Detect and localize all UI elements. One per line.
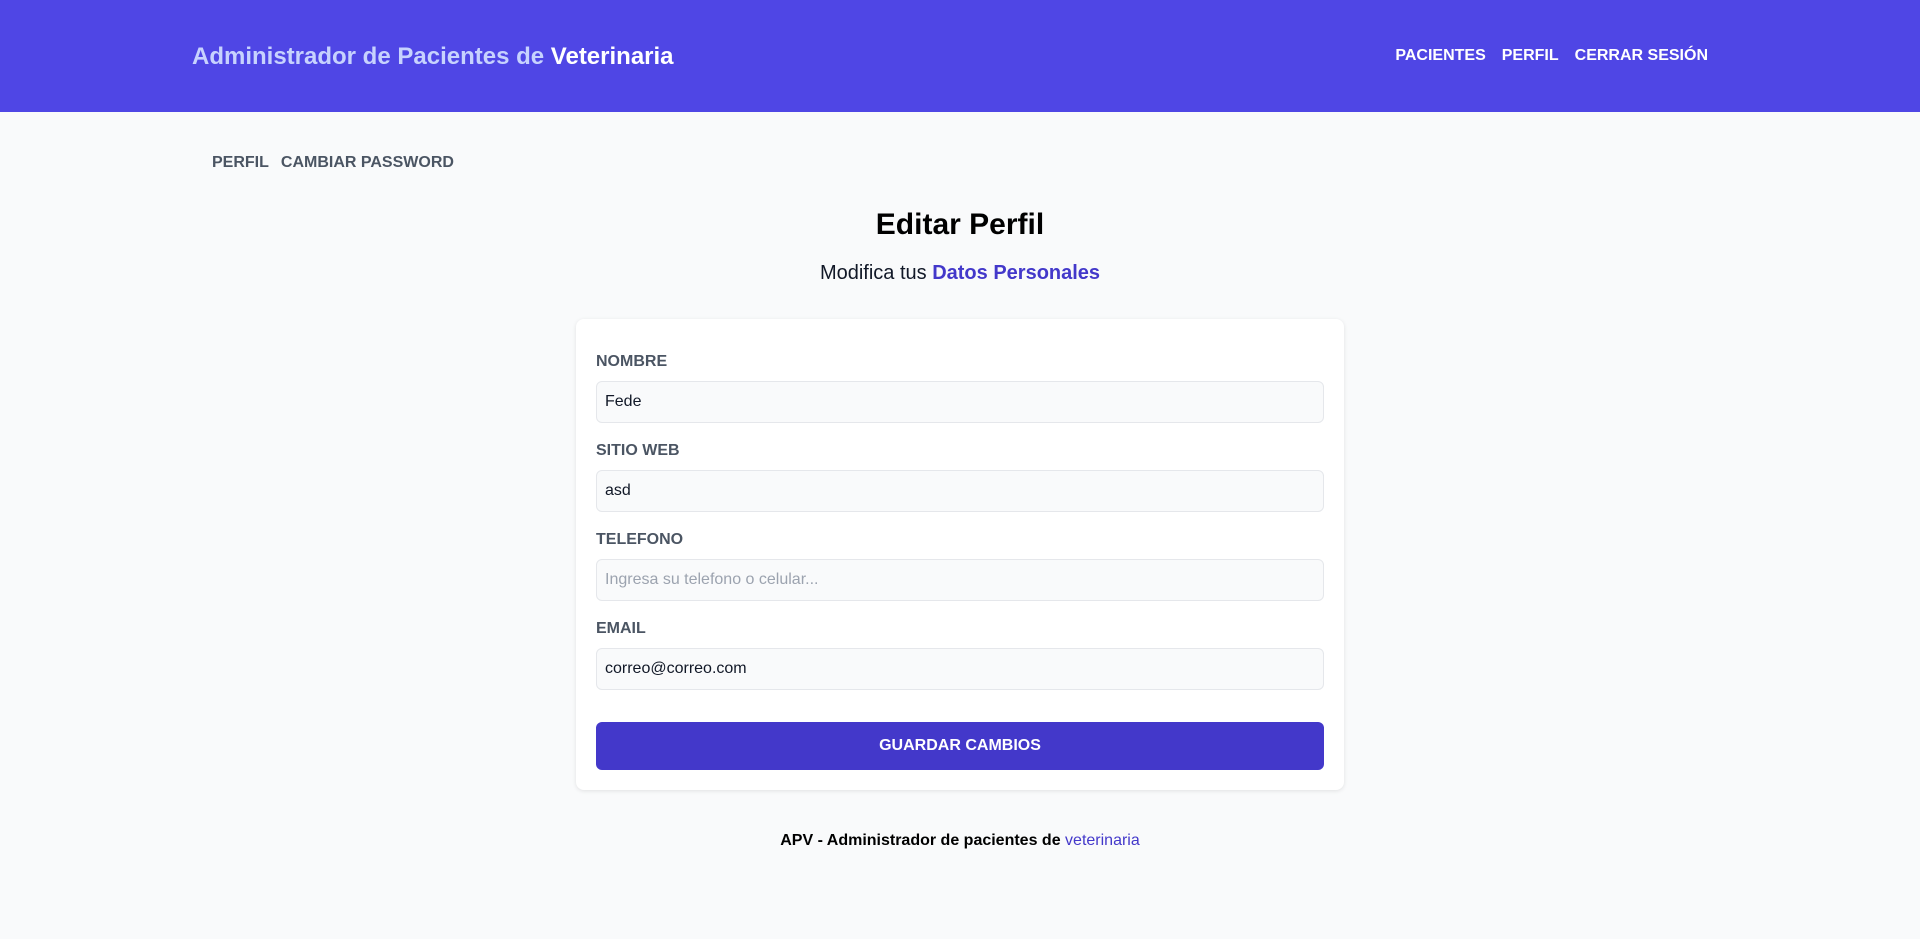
subnav-link-cambiar-password[interactable]: Cambiar Password: [281, 154, 454, 172]
app-title: Administrador de Pacientes de Veterinari…: [192, 41, 674, 71]
save-changes-button[interactable]: Guardar Cambios: [596, 722, 1324, 770]
nav-link-cerrar-sesion[interactable]: Cerrar Sesión: [1575, 47, 1708, 65]
email-label: Email: [596, 620, 646, 637]
page-subtitle-prefix: Modifica tus: [819, 262, 933, 284]
field-telefono: Telefono: [596, 531, 1324, 601]
field-web: Sitio Web: [596, 442, 1324, 512]
app-title-strong: Veterinaria: [550, 43, 674, 70]
page-footer: APV - Administrador de pacientes de vete…: [0, 832, 1920, 850]
web-label: Sitio Web: [596, 442, 680, 459]
nav-link-pacientes[interactable]: Pacientes: [1395, 47, 1485, 65]
profile-subnav: Perfil Cambiar Password: [0, 112, 1920, 172]
main-nav: Pacientes Perfil Cerrar Sesión: [1395, 47, 1728, 65]
email-input[interactable]: [596, 648, 1324, 690]
nombre-label: Nombre: [596, 353, 668, 370]
page-title: Editar Perfil: [875, 208, 1045, 241]
footer-prefix: APV - Administrador de pacientes de: [780, 832, 1066, 849]
field-email: Email: [596, 620, 1324, 690]
profile-form: Nombre Sitio Web Telefono Email Guardar …: [576, 319, 1344, 790]
app-header: Administrador de Pacientes de Veterinari…: [0, 0, 1920, 112]
page-subtitle: Modifica tus Datos Personales: [0, 262, 1920, 285]
telefono-input[interactable]: [596, 559, 1324, 601]
web-input[interactable]: [596, 470, 1324, 512]
nav-link-perfil[interactable]: Perfil: [1502, 47, 1559, 65]
footer-accent: veterinaria: [1065, 832, 1140, 849]
nombre-input[interactable]: [596, 381, 1324, 423]
subnav-link-perfil[interactable]: Perfil: [212, 154, 269, 172]
app-title-prefix: Administrador de Pacientes de: [192, 43, 551, 70]
telefono-label: Telefono: [596, 531, 684, 548]
page-subtitle-accent: Datos Personales: [932, 262, 1101, 284]
field-nombre: Nombre: [596, 353, 1324, 423]
